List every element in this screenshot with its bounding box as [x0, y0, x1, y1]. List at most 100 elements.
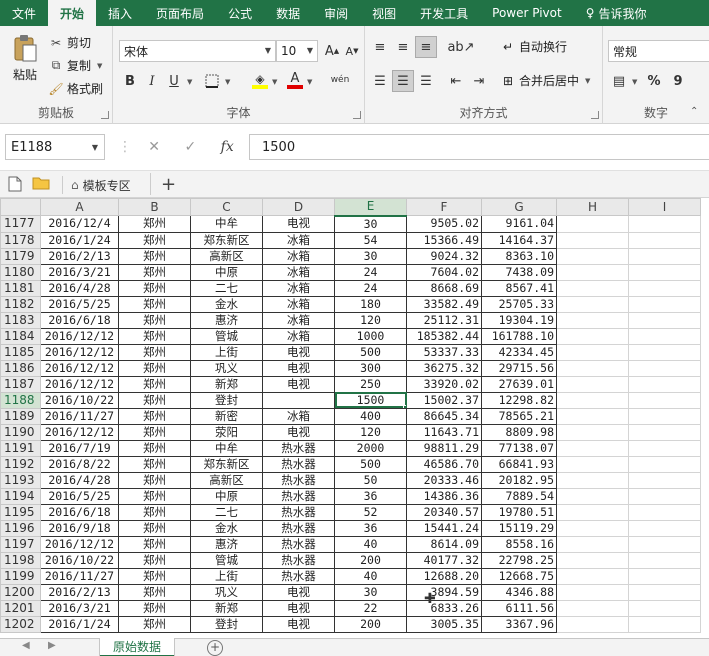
empty-cell[interactable]	[556, 439, 629, 457]
cell[interactable]: 500	[334, 343, 407, 361]
cell[interactable]: 金水	[190, 519, 263, 537]
cell[interactable]: 热水器	[262, 519, 335, 537]
sheet-tab-original-data[interactable]: 原始数据	[100, 638, 174, 656]
row-header[interactable]: 1189	[0, 407, 41, 425]
cell[interactable]: 2016/12/12	[40, 375, 119, 393]
cell[interactable]: 15002.37	[406, 391, 482, 409]
empty-cell[interactable]	[556, 551, 629, 569]
cell[interactable]: 2016/8/22	[40, 455, 119, 473]
empty-cell[interactable]	[628, 359, 701, 377]
cell[interactable]: 66841.93	[481, 455, 557, 473]
cell[interactable]: 8567.41	[481, 279, 557, 297]
cell[interactable]: 2016/2/13	[40, 583, 119, 601]
merge-center-button[interactable]: ⊞ 合并后居中 ▼	[499, 72, 590, 89]
copy-dropdown-icon[interactable]: ▼	[97, 62, 102, 70]
cell[interactable]: 2016/4/28	[40, 471, 119, 489]
cell[interactable]: 电视	[262, 375, 335, 393]
cell[interactable]: 金水	[190, 295, 263, 313]
cell[interactable]: 热水器	[262, 471, 335, 489]
decrease-font-icon[interactable]: A ▼	[341, 40, 363, 62]
cell[interactable]: 33920.02	[406, 375, 482, 393]
cell[interactable]: 30	[334, 247, 407, 265]
empty-cell[interactable]	[628, 615, 701, 633]
cell[interactable]: 电视	[262, 359, 335, 377]
row-header[interactable]: 1194	[0, 487, 41, 505]
empty-cell[interactable]	[556, 535, 629, 553]
cell[interactable]: 25705.33	[481, 295, 557, 313]
cell[interactable]: 冰箱	[262, 327, 335, 345]
empty-cell[interactable]	[556, 295, 629, 313]
cell[interactable]: 24	[334, 263, 407, 281]
cell[interactable]: 15119.29	[481, 519, 557, 537]
empty-cell[interactable]	[628, 343, 701, 361]
cell[interactable]: 2000	[334, 439, 407, 457]
row-header[interactable]: 1181	[0, 279, 41, 297]
row-header[interactable]: 1177	[0, 215, 41, 233]
empty-cell[interactable]	[556, 231, 629, 249]
empty-cell[interactable]	[628, 439, 701, 457]
column-header[interactable]: B	[118, 198, 191, 216]
cell[interactable]: 2016/1/24	[40, 231, 119, 249]
cell[interactable]: 3894.59	[406, 583, 482, 601]
increase-indent-icon[interactable]: ⇥	[468, 70, 490, 92]
empty-cell[interactable]	[556, 279, 629, 297]
cell[interactable]: 200	[334, 551, 407, 569]
empty-cell[interactable]	[556, 391, 629, 409]
cell[interactable]: 2016/12/12	[40, 535, 119, 553]
cell[interactable]: 25112.31	[406, 311, 482, 329]
cell[interactable]: 高新区	[190, 471, 263, 489]
cell[interactable]: 上街	[190, 343, 263, 361]
fill-handle[interactable]	[403, 404, 406, 407]
cell[interactable]: 郑州	[118, 567, 191, 585]
cell[interactable]: 22	[334, 599, 407, 617]
column-header[interactable]: F	[406, 198, 482, 216]
cell[interactable]: 郑州	[118, 615, 191, 633]
row-header[interactable]: 1201	[0, 599, 41, 617]
cell[interactable]: 郑州	[118, 215, 191, 233]
cell[interactable]: 荥阳	[190, 423, 263, 441]
cell[interactable]: 2016/7/19	[40, 439, 119, 457]
empty-cell[interactable]	[628, 295, 701, 313]
cell[interactable]: 2016/6/18	[40, 503, 119, 521]
cell[interactable]: 热水器	[262, 503, 335, 521]
formula-input[interactable]: 1500	[249, 134, 709, 160]
empty-cell[interactable]	[556, 455, 629, 473]
cell[interactable]: 热水器	[262, 487, 335, 505]
align-center-icon[interactable]: ☰	[392, 70, 414, 92]
cell[interactable]: 管城	[190, 551, 263, 569]
empty-cell[interactable]	[556, 327, 629, 345]
cell[interactable]: 19304.19	[481, 311, 557, 329]
cell[interactable]: 19780.51	[481, 503, 557, 521]
wrap-text-button[interactable]: ↵ 自动换行	[499, 38, 567, 55]
font-dialog-launcher-icon[interactable]	[353, 111, 361, 119]
accounting-dropdown-icon[interactable]: ▼	[632, 78, 637, 86]
cell[interactable]: 登封	[190, 391, 263, 409]
cell[interactable]: 郑州	[118, 279, 191, 297]
cell[interactable]: 53337.33	[406, 343, 482, 361]
empty-cell[interactable]	[628, 455, 701, 473]
cell[interactable]: 电视	[262, 423, 335, 441]
cell[interactable]: 郑州	[118, 583, 191, 601]
cell[interactable]: 2016/5/25	[40, 487, 119, 505]
empty-cell[interactable]	[556, 583, 629, 601]
increase-font-icon[interactable]: A ▲	[321, 40, 343, 62]
phonetic-icon[interactable]: wén	[325, 69, 355, 91]
ribbon-tab[interactable]: 页面布局	[144, 0, 216, 26]
cell[interactable]: 2016/4/28	[40, 279, 119, 297]
ribbon-tab[interactable]: 数据	[264, 0, 312, 26]
column-header[interactable]: G	[481, 198, 557, 216]
font-name-dropdown-icon[interactable]: ▼	[265, 46, 271, 55]
row-header[interactable]: 1193	[0, 471, 41, 489]
cell[interactable]: 郑州	[118, 535, 191, 553]
cell[interactable]: 300	[334, 359, 407, 377]
row-header[interactable]: 1180	[0, 263, 41, 281]
cell[interactable]: 郑州	[118, 375, 191, 393]
cell[interactable]: 管城	[190, 327, 263, 345]
cell[interactable]: 2016/11/27	[40, 407, 119, 425]
empty-cell[interactable]	[628, 423, 701, 441]
cell[interactable]: 冰箱	[262, 247, 335, 265]
new-document-icon[interactable]	[8, 176, 22, 192]
tell-me-search[interactable]: ♀ 告诉我你	[574, 0, 659, 26]
cell[interactable]: 77138.07	[481, 439, 557, 457]
cell[interactable]: 36275.32	[406, 359, 482, 377]
